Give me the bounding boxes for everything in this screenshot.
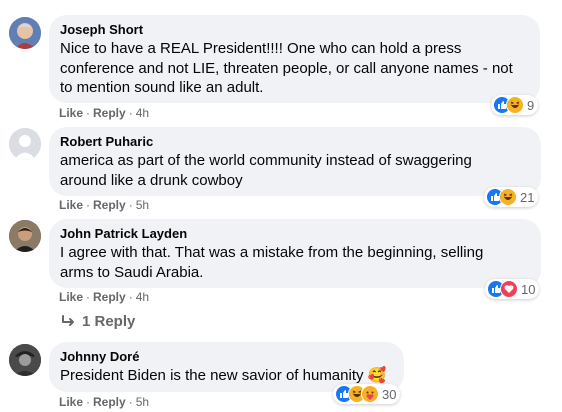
comment-timestamp[interactable]: 5h bbox=[136, 198, 149, 212]
reactions-summary[interactable]: 10 bbox=[485, 279, 540, 299]
care-reaction-icon bbox=[361, 385, 379, 403]
comment-actions: Like · Reply · 4h bbox=[59, 290, 150, 304]
comment-timestamp[interactable]: 4h bbox=[136, 290, 149, 304]
reply-button[interactable]: Reply bbox=[93, 198, 126, 212]
love-reaction-icon bbox=[500, 280, 518, 298]
reaction-count: 9 bbox=[527, 97, 535, 113]
comment-bubble: Joseph Short Nice to have a REAL Preside… bbox=[49, 15, 540, 103]
comment-text: Nice to have a REAL President!!!! One wh… bbox=[60, 40, 513, 96]
comment-text: I agree with that. That was a mistake fr… bbox=[60, 244, 484, 281]
comment-author[interactable]: Johnny Doré bbox=[60, 349, 392, 365]
comment-text: President Biden is the new savior of hum… bbox=[60, 367, 387, 384]
reply-arrow-icon bbox=[62, 314, 74, 326]
haha-reaction-icon bbox=[506, 96, 524, 114]
reaction-count: 21 bbox=[520, 189, 535, 205]
comment-author[interactable]: John Patrick Layden bbox=[60, 226, 529, 242]
reaction-count: 10 bbox=[521, 281, 536, 297]
reply-button[interactable]: Reply bbox=[93, 106, 126, 120]
reactions-summary[interactable]: 9 bbox=[491, 95, 539, 115]
reactions-summary[interactable]: 21 bbox=[484, 187, 539, 207]
comment-timestamp[interactable]: 5h bbox=[136, 395, 149, 409]
haha-reaction-icon bbox=[499, 188, 517, 206]
reply-button[interactable]: Reply bbox=[93, 290, 126, 304]
comment-bubble: Robert Puharic america as part of the wo… bbox=[49, 127, 541, 196]
view-replies-label: 1 Reply bbox=[82, 313, 136, 330]
reaction-count: 30 bbox=[382, 386, 397, 402]
comment-actions: Like · Reply · 5h bbox=[59, 395, 150, 409]
comment-author[interactable]: Robert Puharic bbox=[60, 134, 529, 150]
like-button[interactable]: Like bbox=[59, 290, 83, 304]
reply-button[interactable]: Reply bbox=[93, 395, 126, 409]
view-replies-link[interactable]: 1 Reply bbox=[61, 313, 135, 330]
comment-timestamp[interactable]: 4h bbox=[136, 106, 149, 120]
like-button[interactable]: Like bbox=[59, 198, 83, 212]
comment-bubble: John Patrick Layden I agree with that. T… bbox=[49, 219, 541, 288]
like-button[interactable]: Like bbox=[59, 106, 83, 120]
avatar[interactable] bbox=[9, 344, 41, 376]
like-button[interactable]: Like bbox=[59, 395, 83, 409]
comment-actions: Like · Reply · 4h bbox=[59, 106, 150, 120]
avatar[interactable] bbox=[9, 17, 41, 49]
comment-actions: Like · Reply · 5h bbox=[59, 198, 150, 212]
avatar[interactable] bbox=[9, 220, 41, 252]
comment-author[interactable]: Joseph Short bbox=[60, 22, 528, 38]
reactions-summary[interactable]: 30 bbox=[333, 384, 401, 404]
avatar[interactable] bbox=[9, 128, 41, 160]
comment-text: america as part of the world community i… bbox=[60, 152, 472, 189]
